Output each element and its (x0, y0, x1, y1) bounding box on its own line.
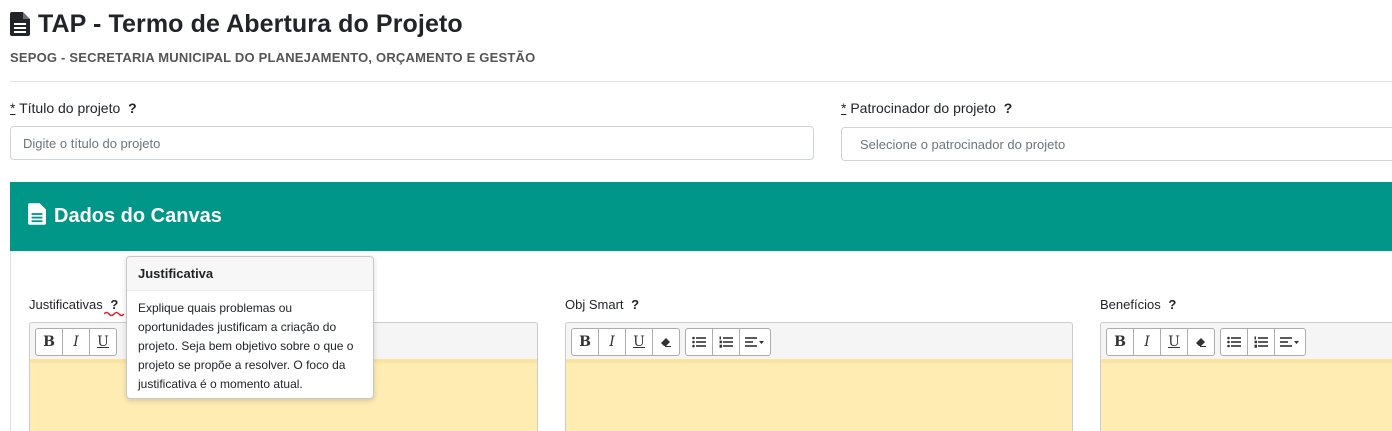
font-style-group: B I U (35, 328, 117, 359)
unordered-list-button[interactable] (685, 328, 713, 356)
obj-smart-edit-area[interactable] (566, 359, 1072, 431)
eraser-icon (1196, 338, 1206, 347)
list-group (685, 328, 771, 359)
page-title: TAP - Termo de Abertura do Projeto (38, 9, 463, 38)
popover-title: Justificativa (127, 257, 373, 291)
eraser-button[interactable] (1187, 328, 1215, 356)
justificativas-help-icon[interactable]: ? (110, 297, 118, 312)
editor-toolbar: B I U (566, 323, 1072, 359)
eraser-button[interactable] (652, 328, 680, 356)
titulo-label: * Título do projeto ? (10, 100, 137, 116)
canvas-title: Dados do Canvas (54, 205, 222, 227)
font-style-group: B I U (1106, 328, 1215, 359)
underline-button[interactable]: U (625, 328, 653, 356)
unordered-list-button[interactable] (1220, 328, 1248, 356)
list-group (1220, 328, 1306, 359)
titulo-help-icon[interactable]: ? (128, 100, 137, 116)
patrocinador-select[interactable]: Selecione o patrocinador do projeto (841, 127, 1392, 161)
page-subtitle: SEPOG - SECRETARIA MUNICIPAL DO PLANEJAM… (10, 50, 536, 65)
ordered-list-button[interactable] (712, 328, 740, 356)
ordered-list-button[interactable] (1247, 328, 1275, 356)
beneficios-edit-area[interactable] (1101, 359, 1392, 431)
align-left-icon (745, 337, 764, 347)
editor-toolbar: B I U (1101, 323, 1392, 359)
numbered-list-icon (719, 336, 733, 348)
page-header: TAP - Termo de Abertura do Projeto SEPOG… (10, 8, 1392, 65)
font-style-group: B I U (571, 328, 680, 359)
italic-button[interactable]: I (598, 328, 626, 356)
justificativas-label: Justificativas ? (29, 297, 119, 312)
eraser-icon (661, 338, 671, 347)
beneficios-editor: B I U (1100, 322, 1392, 431)
beneficios-label: Benefícios ? (1100, 297, 1177, 312)
patrocinador-label: * Patrocinador do projeto ? (841, 100, 1013, 116)
header-divider (10, 81, 1392, 82)
canvas-header: Dados do Canvas (10, 182, 1392, 251)
align-dropdown-button[interactable] (739, 328, 771, 356)
titulo-input[interactable] (10, 126, 814, 160)
obj-smart-label: Obj Smart ? (565, 297, 640, 312)
popover-body: Explique quais problemas ou oportunidade… (138, 301, 354, 391)
spellcheck-squiggle (104, 311, 124, 317)
justificativa-popover: Justificativa Explique quais problemas o… (126, 256, 374, 399)
bold-button[interactable]: B (35, 328, 63, 356)
bullet-list-icon (1227, 336, 1241, 348)
obj-smart-help-icon[interactable]: ? (631, 297, 639, 312)
obj-smart-editor: B I U (565, 322, 1073, 431)
align-dropdown-button[interactable] (1274, 328, 1306, 356)
align-left-icon (1280, 337, 1299, 347)
italic-button[interactable]: I (62, 328, 90, 356)
italic-button[interactable]: I (1133, 328, 1161, 356)
bullet-list-icon (692, 336, 706, 348)
patrocinador-help-icon[interactable]: ? (1004, 100, 1013, 116)
underline-button[interactable]: U (89, 328, 117, 356)
numbered-list-icon (1254, 336, 1268, 348)
beneficios-help-icon[interactable]: ? (1168, 297, 1176, 312)
document-icon (28, 203, 46, 230)
bold-button[interactable]: B (571, 328, 599, 356)
underline-button[interactable]: U (1160, 328, 1188, 356)
document-icon (10, 12, 30, 36)
bold-button[interactable]: B (1106, 328, 1134, 356)
